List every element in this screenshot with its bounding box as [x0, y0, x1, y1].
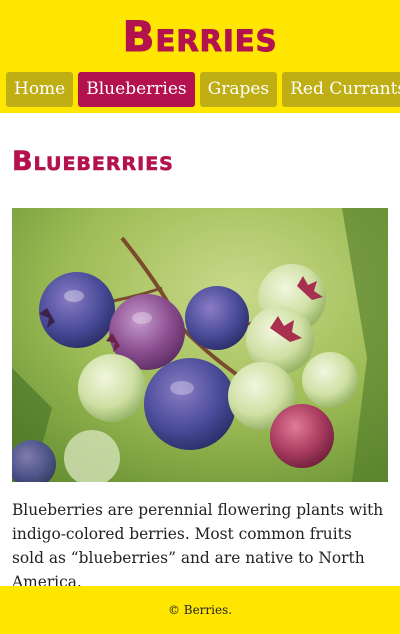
blueberries-photo	[12, 208, 388, 482]
site-header: Berries Home Blueberries Grapes Red Curr…	[0, 0, 400, 113]
page-title: Blueberries	[12, 146, 174, 178]
nav-item-home[interactable]: Home	[6, 72, 74, 107]
site-title: Berries	[122, 12, 278, 62]
blueberries-illustration	[12, 208, 388, 482]
footer-copyright: © Berries.	[167, 603, 233, 617]
nav-item-blueberries[interactable]: Blueberries	[78, 72, 195, 107]
description-text: Blueberries are perennial flowering plan…	[12, 501, 384, 591]
nav-item-red-currants[interactable]: Red Currants	[282, 72, 400, 107]
main-nav: Home Blueberries Grapes Red Currants	[6, 72, 400, 107]
nav-item-grapes[interactable]: Grapes	[199, 72, 278, 107]
site-footer: © Berries.	[0, 586, 400, 634]
main-content: Blueberries Blueberries are perennial fl…	[0, 113, 400, 591]
